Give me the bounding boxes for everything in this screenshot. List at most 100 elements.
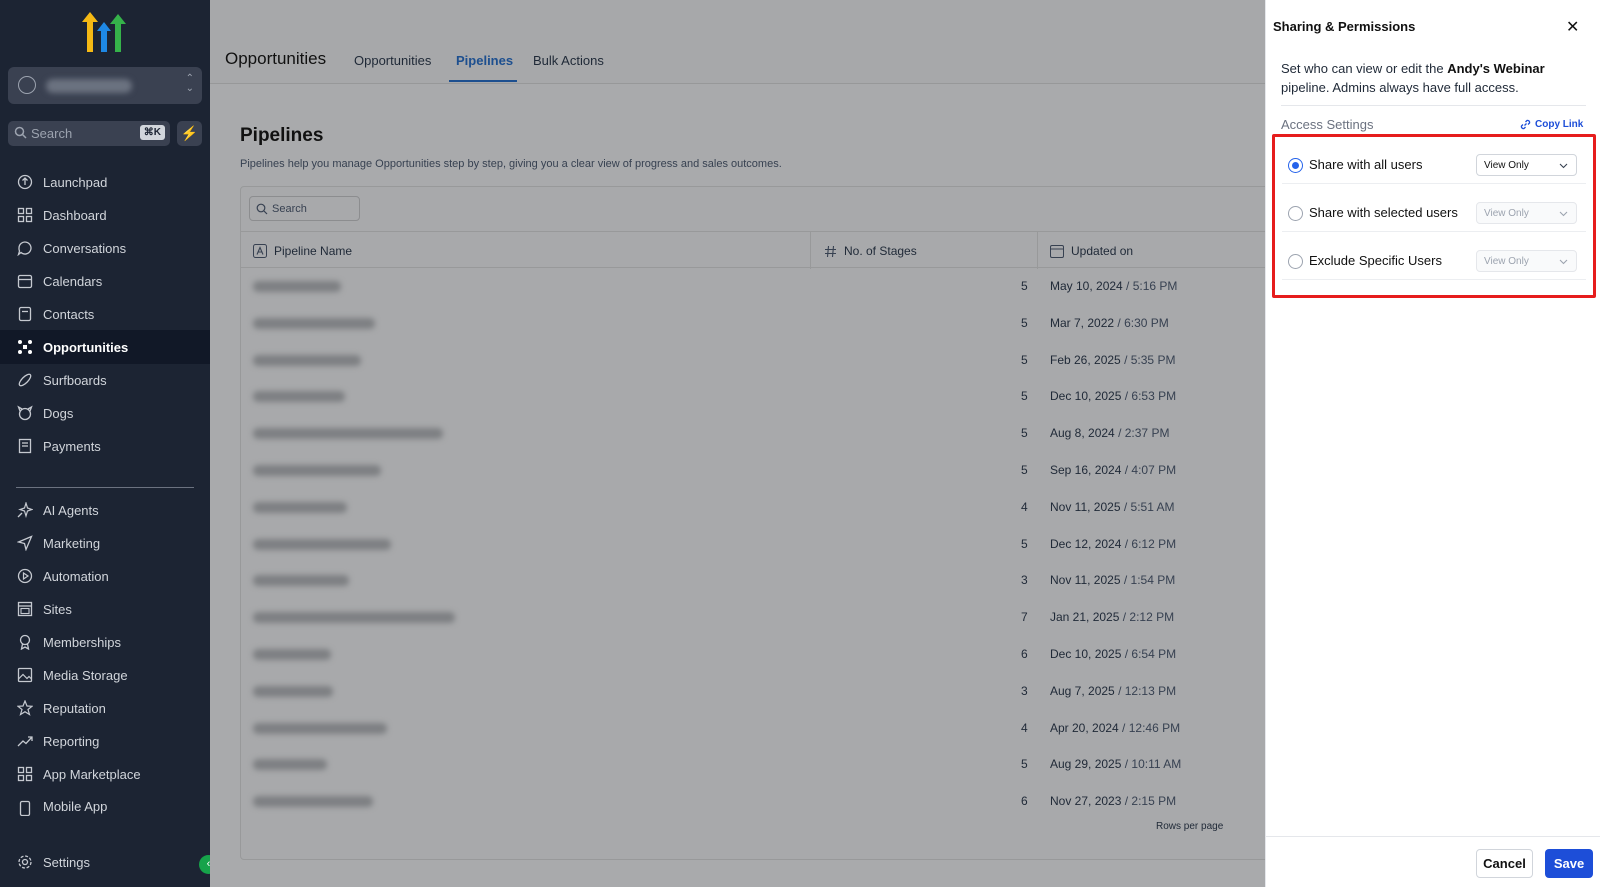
- sidebar-item-calendars[interactable]: Calendars: [0, 264, 210, 298]
- mobile-icon: [16, 799, 34, 817]
- sidebar-item-surfboards[interactable]: Surfboards: [0, 363, 210, 397]
- table-row[interactable]: 4 Nov 11, 2025 / 5:51 AM: [241, 489, 1271, 526]
- table-row[interactable]: 5 Dec 12, 2024 / 6:12 PM: [241, 526, 1271, 563]
- pipeline-name-redacted: [253, 428, 443, 440]
- table-row[interactable]: 5 Feb 26, 2025 / 5:35 PM: [241, 342, 1271, 379]
- quick-action-bolt-icon[interactable]: ⚡: [177, 121, 202, 146]
- sidebar-item-payments[interactable]: Payments: [0, 429, 210, 463]
- search-icon: [256, 203, 268, 218]
- updated-on: Dec 10, 2025 / 6:54 PM: [1050, 647, 1177, 661]
- table-row[interactable]: 5 Mar 7, 2022 / 6:30 PM: [241, 305, 1271, 342]
- sidebar-search[interactable]: Search ⌘K: [8, 121, 170, 146]
- column-header-updated-on[interactable]: Updated on: [1050, 244, 1133, 258]
- table-row[interactable]: 3 Aug 7, 2025 / 12:13 PM: [241, 673, 1271, 710]
- table-row[interactable]: 5 Dec 10, 2025 / 6:53 PM: [241, 378, 1271, 415]
- table-row[interactable]: 6 Nov 27, 2023 / 2:15 PM: [241, 783, 1271, 820]
- pipeline-name-redacted: [253, 465, 381, 476]
- page-title: Pipelines: [240, 125, 324, 146]
- sidebar-item-memberships[interactable]: Memberships: [0, 625, 210, 659]
- table-row[interactable]: 5 Aug 29, 2025 / 10:11 AM: [241, 746, 1271, 783]
- sidebar-item-automation[interactable]: Automation: [0, 559, 210, 593]
- pipeline-name: Andy's Webinar: [1447, 61, 1545, 76]
- copy-link-button[interactable]: Copy Link: [1519, 118, 1583, 131]
- tab-bulk-actions[interactable]: Bulk Actions: [533, 53, 604, 68]
- pipelines-table: Search Pipeline Name No. of Stages Updat…: [240, 186, 1271, 860]
- sidebar-item-mobile-app[interactable]: Mobile App: [0, 789, 210, 817]
- table-row[interactable]: 7 Jan 21, 2025 / 2:12 PM: [241, 599, 1271, 636]
- table-row[interactable]: 5 Aug 8, 2024 / 2:37 PM: [241, 415, 1271, 452]
- table-search-placeholder: Search: [272, 203, 307, 215]
- pipeline-name-redacted: [253, 685, 333, 697]
- sidebar-item-media-storage[interactable]: Media Storage: [0, 658, 210, 692]
- stage-count: 5: [1021, 389, 1028, 404]
- updated-time: 6:53 PM: [1131, 389, 1177, 404]
- pipeline-name-redacted: [253, 501, 347, 513]
- sidebar-item-sites[interactable]: Sites: [0, 592, 210, 626]
- payments-icon: [16, 437, 34, 455]
- column-header-pipeline-name[interactable]: Pipeline Name: [253, 244, 352, 258]
- pipeline-name-redacted: [253, 796, 373, 808]
- sidebar-item-label: Launchpad: [43, 174, 108, 190]
- table-search-input[interactable]: Search: [249, 196, 360, 221]
- stage-count: 5: [1021, 463, 1028, 477]
- column-separator: [810, 232, 811, 269]
- rows-per-page-label: Rows per page: [1156, 821, 1224, 832]
- sidebar-item-settings[interactable]: Settings: [0, 845, 210, 879]
- table-row[interactable]: 3 Nov 11, 2025 / 1:54 PM: [241, 562, 1271, 599]
- table-row[interactable]: 5 May 10, 2024 / 5:16 PM: [241, 268, 1271, 305]
- sparkle-icon: [16, 501, 34, 519]
- table-row[interactable]: 6 Dec 10, 2025 / 6:54 PM: [241, 636, 1271, 673]
- updated-date: Sep 16, 2024: [1050, 463, 1122, 477]
- updated-date: Nov 27, 2023: [1050, 794, 1122, 809]
- tab-pipelines[interactable]: Pipelines: [456, 53, 513, 68]
- sidebar-item-conversations[interactable]: Conversations: [0, 231, 210, 265]
- pipeline-name-redacted: [253, 575, 349, 587]
- stage-count: 5: [1021, 315, 1028, 330]
- pipeline-name-redacted: [253, 391, 345, 403]
- stage-count: 4: [1021, 499, 1028, 514]
- cancel-button[interactable]: Cancel: [1476, 849, 1533, 878]
- sidebar-item-contacts[interactable]: Contacts: [0, 297, 210, 331]
- automation-icon: [16, 567, 34, 585]
- tab-opportunities[interactable]: Opportunities: [354, 53, 431, 68]
- save-button[interactable]: Save: [1545, 849, 1593, 878]
- main-content: Opportunities Opportunities Pipelines Bu…: [210, 0, 1271, 887]
- sidebar: ⌃ ⌄ Search ⌘K ⚡ Launchpad Dashboard Conve…: [0, 0, 218, 887]
- updated-date: Dec 10, 2025: [1050, 647, 1122, 661]
- stage-count: 3: [1021, 683, 1028, 698]
- sidebar-item-app-marketplace[interactable]: App Marketplace: [0, 757, 210, 791]
- panel-description: Set who can view or edit the Andy's Webi…: [1281, 61, 1545, 95]
- dog-icon: [16, 404, 34, 422]
- sidebar-item-dogs[interactable]: Dogs: [0, 396, 210, 430]
- sidebar-item-label: Mobile App: [43, 799, 108, 814]
- app-logo[interactable]: [80, 12, 128, 54]
- pipeline-name-redacted: [253, 722, 387, 734]
- surfboard-icon: [16, 371, 34, 389]
- sites-icon: [16, 600, 34, 618]
- account-switcher[interactable]: ⌃ ⌄: [8, 67, 202, 104]
- sidebar-item-label: Calendars: [43, 273, 103, 289]
- sidebar-item-reputation[interactable]: Reputation: [0, 691, 210, 725]
- column-header-stages[interactable]: No. of Stages: [824, 244, 917, 258]
- updated-time: 6:12 PM: [1131, 536, 1177, 551]
- search-shortcut-badge: ⌘K: [139, 125, 165, 140]
- sidebar-item-opportunities[interactable]: Opportunities: [0, 330, 210, 364]
- updated-date: Aug 29, 2025: [1050, 757, 1122, 772]
- sidebar-item-ai-agents[interactable]: AI Agents: [0, 493, 210, 527]
- updated-on: Feb 26, 2025 / 5:35 PM: [1050, 352, 1176, 367]
- updated-on: Nov 11, 2025 / 5:51 AM: [1050, 499, 1175, 514]
- sidebar-item-dashboard[interactable]: Dashboard: [0, 198, 210, 232]
- active-tab-indicator: [449, 80, 517, 82]
- sidebar-item-reporting[interactable]: Reporting: [0, 724, 210, 758]
- sidebar-item-launchpad[interactable]: Launchpad: [0, 165, 210, 199]
- table-row[interactable]: 5 Sep 16, 2024 / 4:07 PM: [241, 452, 1271, 489]
- updated-date: May 10, 2024: [1050, 279, 1123, 293]
- table-row[interactable]: 4 Apr 20, 2024 / 12:46 PM: [241, 710, 1271, 747]
- close-icon[interactable]: ✕: [1566, 17, 1579, 37]
- pipeline-name-redacted: [253, 649, 331, 660]
- panel-footer-divider: [1266, 836, 1600, 837]
- sidebar-item-marketing[interactable]: Marketing: [0, 526, 210, 560]
- updated-on: May 10, 2024 / 5:16 PM: [1050, 279, 1178, 293]
- sidebar-item-label: Sites: [43, 601, 72, 617]
- sidebar-item-label: AI Agents: [43, 502, 99, 518]
